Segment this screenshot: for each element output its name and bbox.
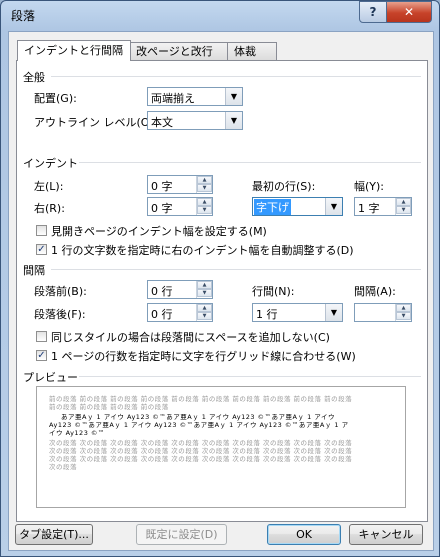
chevron-down-icon[interactable]: ▼ [225, 112, 242, 129]
mirror-indents-label[interactable]: 見開きページのインデント幅を設定する(M) [51, 223, 267, 239]
outline-level-label: アウトライン レベル(O): [34, 116, 158, 129]
spacing-at-input[interactable]: ▲ ▼ [354, 303, 412, 322]
line-spacing-label: 行間(N): [252, 285, 295, 298]
preview-sample-line: イウ Ay123 ©™ [49, 429, 105, 437]
spacing-at-label: 間隔(A): [354, 285, 396, 298]
preview-prev-line: 前の段落 前の段落 前の段落 前の段落 [49, 403, 169, 411]
outline-level-dropdown[interactable]: 本文 ▼ [147, 111, 243, 130]
indent-left-spinner[interactable]: ▲ ▼ [196, 176, 212, 193]
preview-prev-line: 前の段落 前の段落 前の段落 前の段落 前の段落 前の段落 前の段落 前の段落 … [49, 395, 353, 403]
outline-level-value: 本文 [151, 116, 173, 129]
spin-up-icon[interactable]: ▲ [396, 198, 411, 206]
spin-down-icon[interactable]: ▼ [396, 312, 411, 320]
space-before-input[interactable]: 0 行 ▲ ▼ [147, 280, 213, 299]
indent-width-label: 幅(Y): [354, 180, 385, 193]
spin-down-icon[interactable]: ▼ [197, 289, 212, 297]
preview-next-line: 次の段落 次の段落 次の段落 次の段落 次の段落 次の段落 次の段落 次の段落 … [49, 439, 353, 447]
set-default-button[interactable]: 既定に設定(D) [136, 524, 227, 545]
line-spacing-value: 1 行 [256, 308, 278, 321]
spin-down-icon[interactable]: ▼ [197, 312, 212, 320]
spin-up-icon[interactable]: ▲ [396, 304, 411, 312]
chevron-down-icon[interactable]: ▼ [325, 304, 342, 321]
preview-sample-line: Ay123 ©™あア亜Aｙ 1 アイウ Ay123 ©™あア亜Aｙ 1 アイウ … [49, 421, 349, 429]
spacing-heading: 間隔 [23, 264, 45, 277]
close-button[interactable]: ✕ [386, 1, 432, 23]
preview-pane: 前の段落 前の段落 前の段落 前の段落 前の段落 前の段落 前の段落 前の段落 … [36, 386, 406, 508]
tab-indent-spacing[interactable]: インデントと行間隔 [17, 40, 131, 61]
space-after-label: 段落後(F): [34, 308, 86, 321]
indent-right-value: 0 字 [151, 202, 173, 215]
dialog-body: インデントと行間隔 改ページと改行 体裁 全般 配置(G): 両端揃え ▼ アウ… [8, 31, 434, 551]
space-before-spinner[interactable]: ▲ ▼ [196, 281, 212, 298]
indent-heading: インデント [23, 157, 78, 170]
indent-right-spinner[interactable]: ▲ ▼ [196, 198, 212, 215]
cancel-button[interactable]: キャンセル [349, 524, 423, 545]
paragraph-dialog: 段落 ? ✕ インデントと行間隔 改ページと改行 体裁 全般 配置(G): 両端… [0, 0, 440, 557]
spin-up-icon[interactable]: ▲ [197, 198, 212, 206]
space-after-input[interactable]: 0 行 ▲ ▼ [147, 303, 213, 322]
indent-right-label: 右(R): [34, 202, 65, 215]
space-after-spinner[interactable]: ▲ ▼ [196, 304, 212, 321]
divider [51, 76, 421, 77]
alignment-value: 両端揃え [151, 92, 195, 105]
general-heading: 全般 [23, 71, 45, 84]
mirror-indents-checkbox[interactable] [36, 225, 47, 236]
tab-label: 体裁 [234, 45, 256, 58]
no-space-same-style-label[interactable]: 同じスタイルの場合は段落間にスペースを追加しない(C) [51, 329, 330, 345]
preview-sample-line: あア亜Aｙ 1 アイウ Ay123 ©™あア亜Aｙ 1 アイウ Ay123 ©™… [61, 413, 335, 421]
tab-label: インデントと行間隔 [24, 44, 123, 57]
line-spacing-dropdown[interactable]: 1 行 ▼ [252, 303, 343, 322]
auto-adjust-indent-checkbox[interactable]: ✓ [36, 244, 47, 255]
first-line-dropdown[interactable]: 字下げ ▼ [252, 197, 343, 216]
chevron-down-icon[interactable]: ▼ [325, 198, 342, 215]
first-line-value: 字下げ [254, 199, 291, 215]
spin-down-icon[interactable]: ▼ [197, 206, 212, 214]
dialog-title: 段落 [11, 9, 36, 23]
preview-next-line: 次の段落 [49, 463, 77, 471]
spin-up-icon[interactable]: ▲ [197, 304, 212, 312]
divider [51, 269, 421, 270]
indent-width-input[interactable]: 1 字 ▲ ▼ [354, 197, 412, 216]
first-line-label: 最初の行(S): [252, 180, 316, 193]
tab-label: 改ページと改行 [136, 45, 213, 58]
tabs-button[interactable]: タブ設定(T)... [15, 524, 93, 545]
alignment-dropdown[interactable]: 両端揃え ▼ [147, 87, 243, 106]
tab-line-page-breaks[interactable]: 改ページと改行 [129, 42, 229, 60]
alignment-label: 配置(G): [34, 92, 77, 105]
title-bar[interactable]: 段落 ? ✕ [1, 1, 439, 27]
close-icon: ✕ [403, 5, 415, 19]
auto-adjust-indent-label[interactable]: 1 行の文字数を指定時に右のインデント幅を自動調整する(D) [51, 242, 354, 258]
no-space-same-style-checkbox[interactable] [36, 331, 47, 342]
indent-left-label: 左(L): [34, 180, 64, 193]
preview-heading: プレビュー [23, 371, 78, 384]
indent-width-value: 1 字 [358, 202, 380, 215]
chevron-down-icon[interactable]: ▼ [225, 88, 242, 105]
space-before-value: 0 行 [151, 285, 173, 298]
help-icon: ? [369, 5, 377, 19]
indent-left-value: 0 字 [151, 180, 173, 193]
spacing-at-spinner[interactable]: ▲ ▼ [395, 304, 411, 321]
snap-to-grid-checkbox[interactable]: ✓ [36, 350, 47, 361]
indent-left-input[interactable]: 0 字 ▲ ▼ [147, 175, 213, 194]
ok-button[interactable]: OK [267, 524, 341, 545]
spin-down-icon[interactable]: ▼ [396, 206, 411, 214]
snap-to-grid-label[interactable]: 1 ページの行数を指定時に文字を行グリッド線に合わせる(W) [51, 348, 356, 364]
divider [79, 376, 421, 377]
help-button[interactable]: ? [359, 1, 387, 23]
preview-next-line: 次の段落 次の段落 次の段落 次の段落 次の段落 次の段落 次の段落 次の段落 … [49, 455, 353, 463]
space-before-label: 段落前(B): [34, 285, 87, 298]
indent-right-input[interactable]: 0 字 ▲ ▼ [147, 197, 213, 216]
tab-asian-typography[interactable]: 体裁 [227, 42, 277, 60]
indent-width-spinner[interactable]: ▲ ▼ [395, 198, 411, 215]
spin-up-icon[interactable]: ▲ [197, 281, 212, 289]
space-after-value: 0 行 [151, 308, 173, 321]
preview-next-line: 次の段落 次の段落 次の段落 次の段落 次の段落 次の段落 次の段落 次の段落 … [49, 447, 353, 455]
divider [79, 162, 421, 163]
spin-down-icon[interactable]: ▼ [197, 184, 212, 192]
spin-up-icon[interactable]: ▲ [197, 176, 212, 184]
